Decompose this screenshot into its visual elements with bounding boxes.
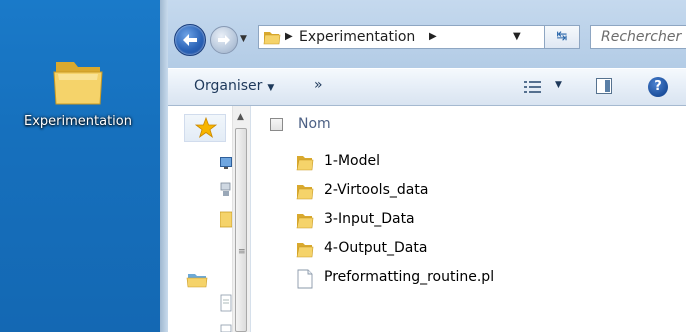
file-name: 4-Output_Data [324,240,428,256]
vertical-scrollbar[interactable]: ▲ ≡ [232,106,250,332]
file-list: Nom 1-Model 2-Virtools_data 3-Input_Data [252,106,686,332]
organize-label: Organiser [194,78,263,94]
breadcrumb-separator-icon[interactable]: ▶ [285,31,293,42]
folder-icon [263,32,281,45]
breadcrumb-item[interactable]: Experimentation [299,29,415,45]
organize-button[interactable]: Organiser ▼ [194,78,274,94]
window-frame [160,0,168,332]
views-dropdown-icon[interactable]: ▼ [555,80,562,90]
document-icon[interactable] [220,324,232,332]
breadcrumb-separator-icon[interactable]: ▶ [429,31,437,42]
address-bar[interactable]: ▶ Experimentation ▶ ▼ [258,25,560,49]
scroll-up-icon[interactable]: ▲ [237,112,244,122]
address-dropdown-icon[interactable]: ▼ [513,31,521,42]
list-item[interactable]: 3-Input_Data [296,210,656,232]
more-commands-button[interactable]: » [314,77,323,93]
desktop-folder-shortcut[interactable]: Experimentation [8,52,148,129]
forward-button[interactable] [210,26,238,54]
refresh-icon: ↹ [556,29,568,44]
list-item[interactable]: 2-Virtools_data [296,181,656,203]
explorer-window: ▼ ▶ Experimentation ▶ ▼ ↹ Rechercher Org… [160,0,686,332]
help-icon[interactable]: ? [648,77,668,97]
folder-icon [296,243,314,258]
navigation-pane: ▲ ≡ [168,106,251,332]
scroll-grip-icon: ≡ [238,247,246,257]
list-item[interactable]: 4-Output_Data [296,239,656,261]
select-all-checkbox[interactable] [270,118,283,131]
folder-icon [296,185,314,200]
forward-arrow-icon [218,35,230,45]
file-name: 1-Model [324,153,380,169]
folder-icon [296,214,314,229]
list-item[interactable]: 1-Model [296,152,656,174]
folder-icon [53,62,103,105]
search-input[interactable]: Rechercher [590,25,686,49]
scroll-thumb[interactable]: ≡ [235,128,247,332]
desktop: Experimentation [0,0,160,332]
file-name: 3-Input_Data [324,211,415,227]
star-icon [195,117,217,139]
folder-icon [296,156,314,171]
desktop-icon[interactable] [220,156,232,170]
file-name: Preformatting_routine.pl [324,269,495,285]
back-button[interactable] [174,24,206,56]
recent-pages-dropdown-icon[interactable]: ▼ [240,34,247,44]
preview-pane-button[interactable] [596,78,612,94]
back-arrow-icon [183,34,197,46]
list-item[interactable]: Preformatting_routine.pl [296,268,656,290]
file-name: 2-Virtools_data [324,182,429,198]
network-computer-icon[interactable] [220,182,232,198]
libraries-icon[interactable] [186,270,208,288]
column-header: Nom [252,106,686,142]
preview-pane-icon [605,80,610,92]
file-icon [297,269,313,289]
desktop-folder-label: Experimentation [24,114,132,129]
command-bar: Organiser ▼ » ▼ ? [168,68,686,106]
views-icon[interactable] [524,80,542,94]
favorites-item[interactable] [184,114,226,142]
search-placeholder: Rechercher [601,29,682,45]
chevron-down-icon: ▼ [267,83,275,93]
column-name-header[interactable]: Nom [298,116,331,132]
folder-icon[interactable] [220,210,232,228]
refresh-button[interactable]: ↹ [544,25,580,49]
document-icon[interactable] [220,294,232,312]
navigation-bar: ▼ ▶ Experimentation ▶ ▼ ↹ Rechercher [160,0,686,68]
